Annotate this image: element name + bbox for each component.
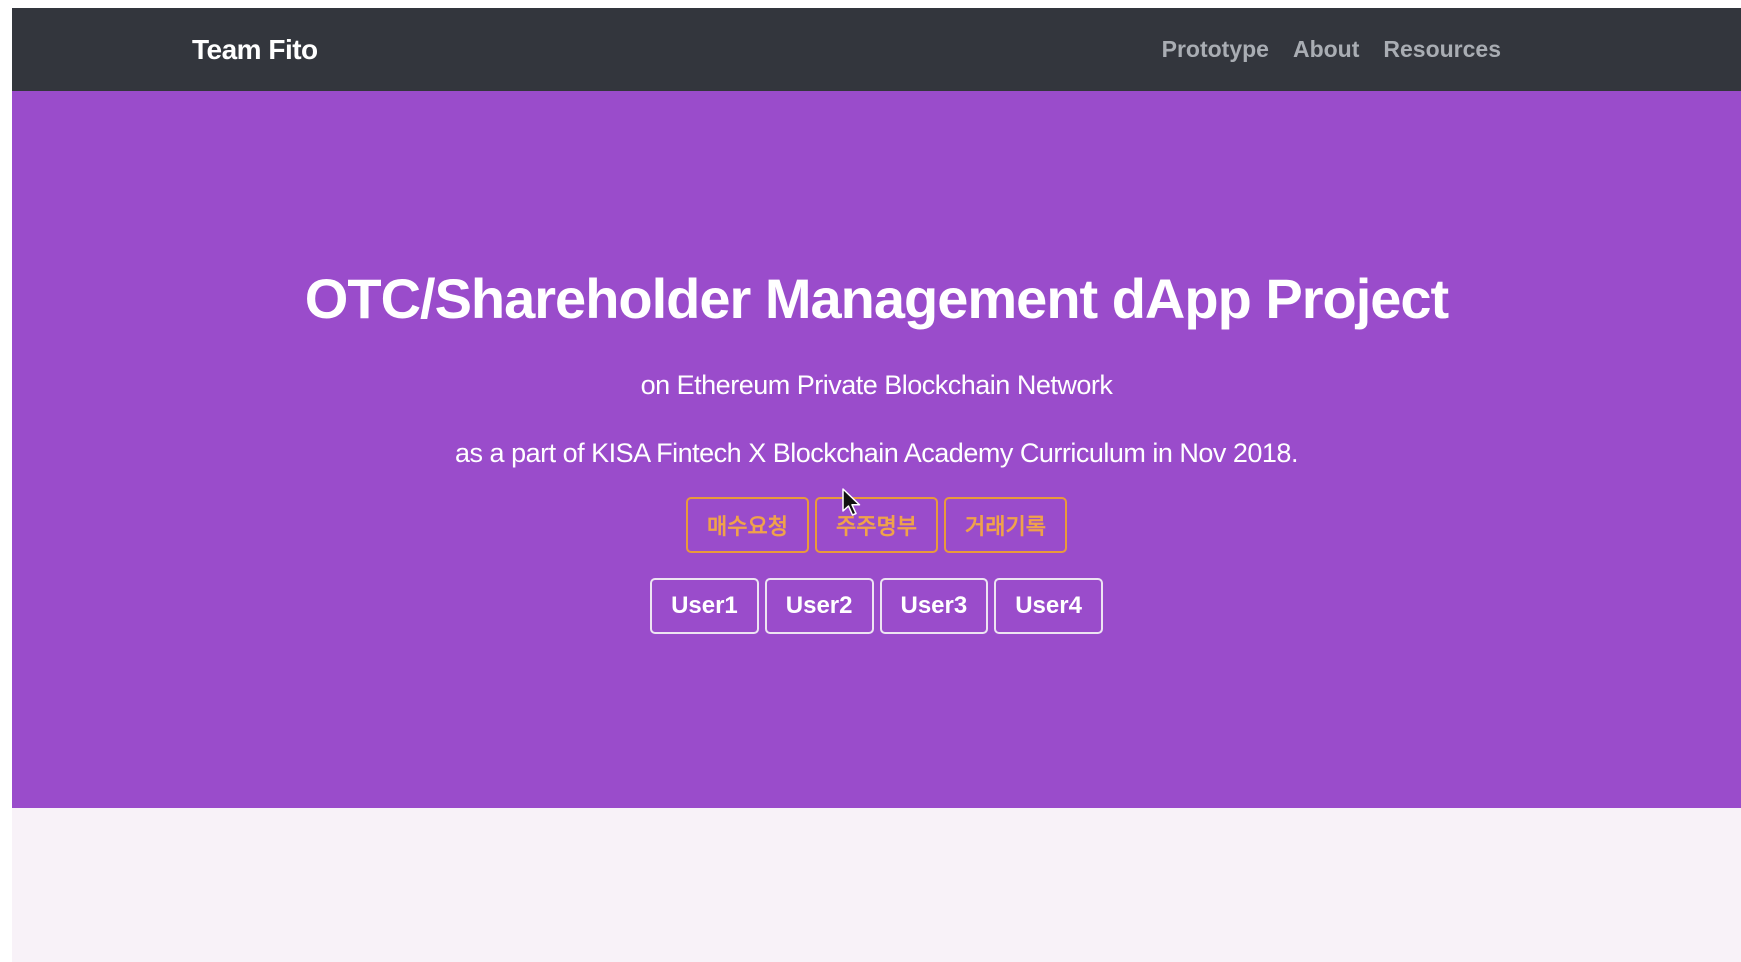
browser-viewport: Team Fito Prototype About Resources OTC/… (12, 8, 1741, 962)
hero-subtitle-curriculum: as a part of KISA Fintech X Blockchain A… (455, 438, 1298, 468)
user2-button[interactable]: User2 (764, 578, 874, 634)
shareholder-registry-button[interactable]: 주주명부 (815, 497, 938, 553)
brand-logo-link[interactable]: Team Fito (192, 8, 318, 91)
page-title: OTC/Shareholder Management dApp Project (304, 267, 1449, 330)
user3-button[interactable]: User3 (879, 578, 989, 634)
nav-link-resources[interactable]: Resources (1383, 36, 1501, 63)
nav-link-prototype[interactable]: Prototype (1162, 36, 1269, 63)
top-navbar: Team Fito Prototype About Resources (12, 8, 1741, 91)
hero-subtitle-network: on Ethereum Private Blockchain Network (640, 370, 1113, 400)
hero-section: OTC/Shareholder Management dApp Project … (12, 91, 1741, 808)
nav-link-about[interactable]: About (1293, 36, 1359, 63)
transaction-history-button[interactable]: 거래기록 (943, 497, 1067, 553)
action-button-group: 매수요청 주주명부 거래기록 (12, 497, 1741, 553)
user-button-group: User1 User2 User3 User4 (12, 578, 1741, 634)
buy-request-button[interactable]: 매수요청 (686, 497, 810, 553)
user4-button[interactable]: User4 (994, 578, 1103, 634)
nav-links: Prototype About Resources (1162, 8, 1501, 91)
user1-button[interactable]: User1 (650, 578, 759, 634)
